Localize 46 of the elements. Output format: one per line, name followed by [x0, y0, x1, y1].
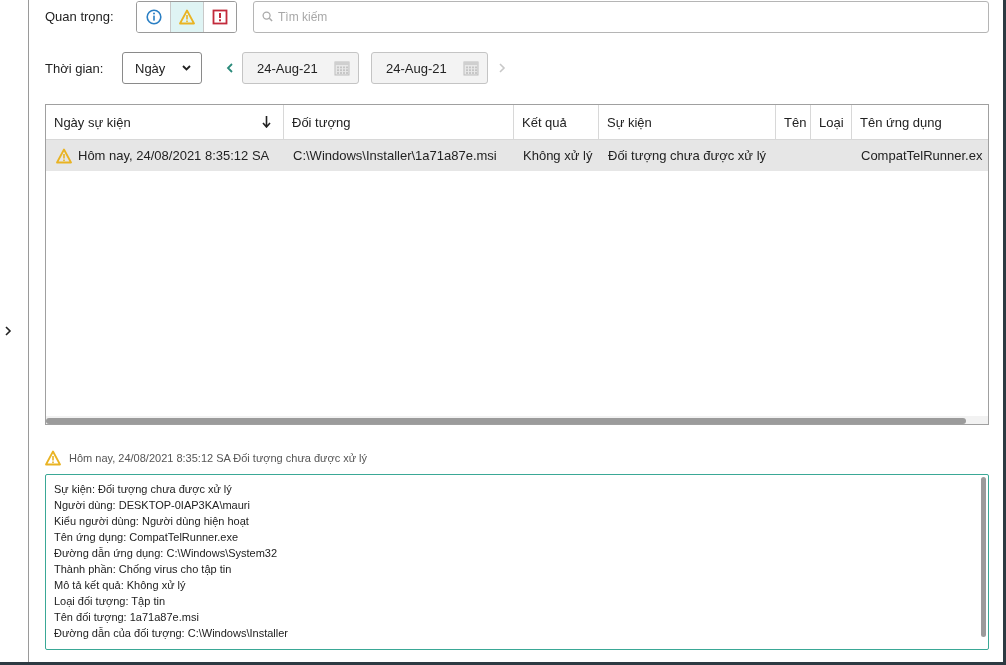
- info-icon: [145, 8, 162, 25]
- column-header[interactable]: Loại: [810, 105, 851, 139]
- detail-line: Tên đối tượng: 1a71a87e.msi: [54, 610, 200, 625]
- detail-line: Mô tả kết quả: Không xử lý: [54, 578, 187, 593]
- caret-icon: [182, 65, 191, 71]
- scrollbar-thumb[interactable]: [981, 477, 986, 637]
- period-label: Thời gian:: [45, 60, 105, 76]
- importance-label: Quan trọng:: [45, 9, 115, 24]
- search-icon: [262, 10, 273, 22]
- column-header[interactable]: Tên ứng dụng: [851, 105, 987, 139]
- table-cell: Đối tượng chưa được xử lý: [608, 148, 767, 163]
- start-date-field[interactable]: 24-Aug-21: [242, 52, 359, 84]
- column-header[interactable]: Kết quả: [513, 105, 598, 139]
- warning-icon: [45, 450, 61, 466]
- error-filter-button[interactable]: [203, 1, 236, 32]
- sort-arrow-icon: [262, 116, 271, 128]
- calendar-icon: [463, 60, 479, 76]
- table-cell: Không xử lý: [523, 148, 593, 163]
- column-header[interactable]: Ngày sự kiện: [46, 105, 283, 139]
- table-row[interactable]: Hôm nay, 24/08/2021 8:35:12 SA C:\Windows\Installer\1a71a87e.msi Không xử lý Đối tượng chưa được xử lý CompatTelRunner.ex: [46, 140, 988, 171]
- detail-line: Loại đối tượng: Tập tin: [54, 594, 166, 609]
- details-box[interactable]: [45, 474, 989, 650]
- column-header[interactable]: Đối tượng: [283, 105, 513, 139]
- search-field[interactable]: Tìm kiếm: [253, 0, 989, 33]
- detail-line: Đường dẫn của đối tượng: C:\Windows\Installer: [54, 626, 289, 641]
- scrollbar-thumb[interactable]: [46, 418, 966, 424]
- table-cell: C:\Windows\Installer\1a71a87e.msi: [293, 148, 497, 163]
- warning-icon: [179, 8, 195, 25]
- warning-icon: [56, 147, 72, 164]
- column-header[interactable]: Sự kiện: [598, 105, 775, 139]
- period-dropdown[interactable]: Ngày: [122, 52, 202, 84]
- detail-line: Sự kiện: Đối tượng chưa được xử lý: [54, 482, 233, 497]
- table-cell: CompatTelRunner.ex: [861, 148, 983, 163]
- detail-line: Đường dẫn ứng dụng: C:\Windows\System32: [54, 546, 279, 561]
- details-title: Hôm nay, 24/08/2021 8:35:12 SA Đối tượng chưa được xử lý: [69, 452, 368, 464]
- calendar-icon: [334, 60, 350, 76]
- detail-line: Tên ứng dụng: CompatTelRunner.exe: [54, 530, 240, 545]
- table-cell: Hôm nay, 24/08/2021 8:35:12 SA: [78, 148, 270, 163]
- warning-filter-button[interactable]: [170, 1, 203, 32]
- detail-line: Kiểu người dùng: Người dùng hiện hoạt: [54, 514, 250, 529]
- detail-line: Thành phần: Chống virus cho tập tin: [54, 562, 233, 577]
- end-date-field[interactable]: 24-Aug-21: [371, 52, 488, 84]
- error-icon: [212, 8, 228, 25]
- expand-chevron-icon[interactable]: [3, 325, 13, 337]
- detail-line: Người dùng: DESKTOP-0IAP3KA\mauri: [54, 498, 251, 513]
- column-header[interactable]: Tên: [775, 105, 810, 139]
